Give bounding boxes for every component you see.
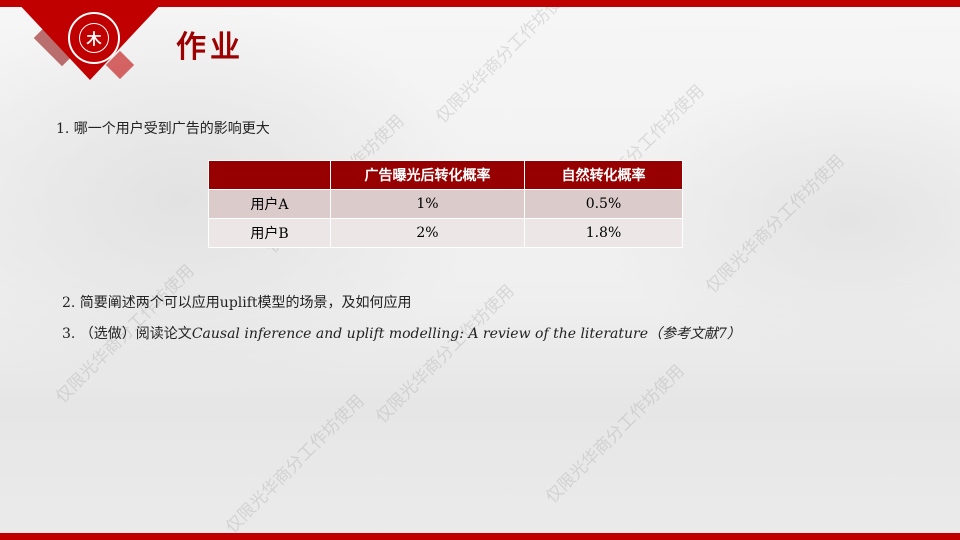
table-row: 用户A 1% 0.5% [208,189,683,219]
question-3: 3. （选做）阅读论文Causal inference and uplift m… [62,323,741,343]
conversion-table: 广告曝光后转化概率 自然转化概率 用户A 1% 0.5% 用户B 2% 1.8% [208,160,683,248]
q3-suffix: （参考文献7） [647,326,741,342]
paper-title: Causal inference and uplift modelling: A… [191,326,648,342]
cell: 用户A [208,189,331,219]
cell: 0.5% [524,189,683,219]
table-row: 用户B 2% 1.8% [208,218,683,248]
cell: 1.8% [524,218,683,248]
q3-prefix: 3. （选做）阅读论文 [62,326,192,342]
table-header: 广告曝光后转化概率 [330,160,525,190]
question-2: 2. 简要阐述两个可以应用uplift模型的场景，及如何应用 [62,295,412,311]
question-1: 1. 哪一个用户受到广告的影响更大 [56,121,270,137]
bottom-bar [0,533,960,540]
table-header [208,160,331,190]
cell: 2% [330,218,525,248]
university-logo: 木 [68,12,120,64]
cell: 1% [330,189,525,219]
page-title: 作业 [176,30,244,65]
cell: 用户B [208,218,331,248]
table-header: 自然转化概率 [524,160,683,190]
